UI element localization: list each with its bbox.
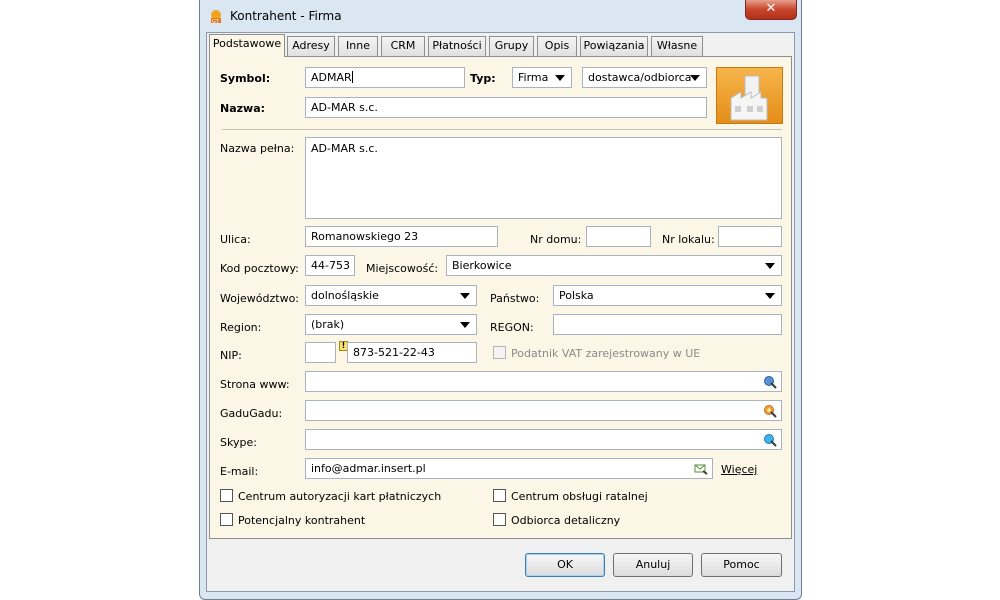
factory-icon	[730, 75, 768, 121]
text-caret	[351, 71, 353, 83]
chevron-down-icon	[555, 75, 565, 81]
help-button[interactable]: Pomoc	[701, 553, 782, 577]
region-select[interactable]: (brak)	[305, 314, 477, 335]
tab-inne[interactable]: Inne	[338, 36, 378, 56]
contractor-window: GT Kontrahent - Firma ✕ Podstawowe Adres…	[199, 0, 802, 600]
chevron-down-icon	[765, 293, 775, 299]
skype-label: Skype:	[220, 436, 257, 449]
nazwa-label: Nazwa:	[220, 102, 266, 115]
tab-wlasne[interactable]: Własne	[651, 36, 703, 56]
typ-label: Typ:	[470, 72, 496, 85]
symbol-input[interactable]: ADMAR	[305, 67, 465, 88]
tab-powiazania[interactable]: Powiązania	[580, 36, 648, 56]
gadu-label: GaduGadu:	[220, 407, 283, 420]
panstwo-select[interactable]: Polska	[553, 285, 782, 306]
send-email-icon[interactable]	[694, 462, 708, 476]
miejscowosc-value: Bierkowice	[452, 259, 512, 272]
gadugadu-flower-icon[interactable]	[763, 404, 777, 418]
panstwo-value: Polska	[559, 289, 594, 302]
miejscowosc-label: Miejscowość:	[366, 262, 439, 275]
nazwa-pelna-label: Nazwa pełna:	[220, 142, 295, 155]
email-label: E-mail:	[220, 465, 259, 478]
nr-lokalu-input[interactable]	[718, 226, 782, 247]
email-value: info@admar.insert.pl	[311, 462, 426, 475]
potential-contractor-checkbox[interactable]	[220, 513, 233, 526]
section-divider	[222, 129, 782, 130]
chevron-down-icon	[460, 293, 470, 299]
card-authorization-checkbox[interactable]	[220, 489, 233, 502]
tab-platnosci[interactable]: Płatności	[428, 36, 486, 56]
wojewodztwo-label: Województwo:	[220, 292, 300, 305]
nr-domu-label: Nr domu:	[530, 233, 582, 246]
wojewodztwo-value: dolnośląskie	[311, 289, 379, 302]
tab-panel-podstawowe: Symbol: ADMAR Typ: Firma dostawca/odbior…	[209, 56, 792, 539]
more-link-label[interactable]: Więcej	[721, 463, 757, 476]
region-value: (brak)	[311, 318, 345, 331]
card-authorization-label: Centrum autoryzacji kart płatniczych	[238, 490, 442, 503]
www-input[interactable]	[305, 371, 782, 392]
potential-contractor-label: Potencjalny kontrahent	[238, 514, 366, 527]
vat-ue-label: Podatnik VAT zarejestrowany w UE	[511, 347, 701, 360]
nr-domu-input[interactable]	[586, 226, 651, 247]
email-input[interactable]: info@admar.insert.pl	[305, 458, 713, 479]
panstwo-label: Państwo:	[490, 292, 540, 305]
tab-crm[interactable]: CRM	[381, 36, 425, 56]
retail-customer-checkbox[interactable]	[493, 513, 506, 526]
kod-input[interactable]: 44-753	[305, 255, 355, 276]
contractor-logo	[716, 67, 783, 124]
skype-input[interactable]	[305, 429, 782, 450]
www-label: Strona www:	[220, 378, 290, 391]
skype-icon[interactable]	[763, 433, 777, 447]
miejscowosc-select[interactable]: Bierkowice	[446, 255, 782, 276]
nazwa-input[interactable]: AD-MAR s.c.	[305, 97, 707, 118]
ulica-label: Ulica:	[220, 233, 251, 246]
cancel-button[interactable]: Anuluj	[613, 553, 693, 577]
title-bar[interactable]: GT Kontrahent - Firma ✕	[200, 0, 801, 32]
symbol-label: Symbol:	[220, 72, 271, 85]
chevron-down-icon	[460, 322, 470, 328]
tab-opis[interactable]: Opis	[537, 36, 577, 56]
region-label: Region:	[220, 321, 262, 334]
typ-value: Firma	[518, 71, 549, 84]
tab-adresy[interactable]: Adresy	[287, 36, 335, 56]
nip-prefix-input[interactable]	[305, 342, 336, 363]
nip-label: NIP:	[220, 349, 242, 362]
dialog-client-area: Podstawowe Adresy Inne CRM Płatności Gru…	[206, 32, 795, 592]
rola-select[interactable]: dostawca/odbiorca	[582, 67, 707, 88]
tab-podstawowe[interactable]: Podstawowe	[209, 34, 285, 57]
tab-grupy[interactable]: Grupy	[489, 36, 534, 56]
installment-center-label: Centrum obsługi ratalnej	[511, 490, 648, 503]
regon-label: REGON:	[490, 321, 534, 334]
rola-value: dostawca/odbiorca	[588, 71, 692, 84]
contractor-app-icon: GT	[211, 10, 221, 24]
vat-ue-checkbox[interactable]	[493, 346, 506, 359]
svg-text:GT: GT	[212, 19, 220, 24]
wojewodztwo-select[interactable]: dolnośląskie	[305, 285, 477, 306]
installment-center-checkbox[interactable]	[493, 489, 506, 502]
kod-label: Kod pocztowy:	[220, 262, 299, 275]
ulica-input[interactable]: Romanowskiego 23	[305, 226, 498, 247]
retail-customer-label: Odbiorca detaliczny	[511, 514, 621, 527]
symbol-value: ADMAR	[311, 71, 352, 84]
web-globe-icon[interactable]	[763, 375, 777, 389]
ok-button[interactable]: OK	[525, 553, 605, 577]
nr-lokalu-label: Nr lokalu:	[662, 233, 715, 246]
regon-input[interactable]	[553, 314, 782, 335]
nip-input[interactable]: 873-521-22-43	[347, 342, 477, 363]
more-link[interactable]: Więcej	[721, 463, 757, 476]
chevron-down-icon	[690, 75, 700, 81]
window-title: Kontrahent - Firma	[230, 9, 342, 23]
close-button[interactable]: ✕	[745, 0, 797, 20]
nazwa-pelna-textarea[interactable]: AD-MAR s.c.	[305, 137, 782, 219]
gadu-input[interactable]	[305, 400, 782, 421]
chevron-down-icon	[765, 263, 775, 269]
typ-select[interactable]: Firma	[512, 67, 572, 88]
